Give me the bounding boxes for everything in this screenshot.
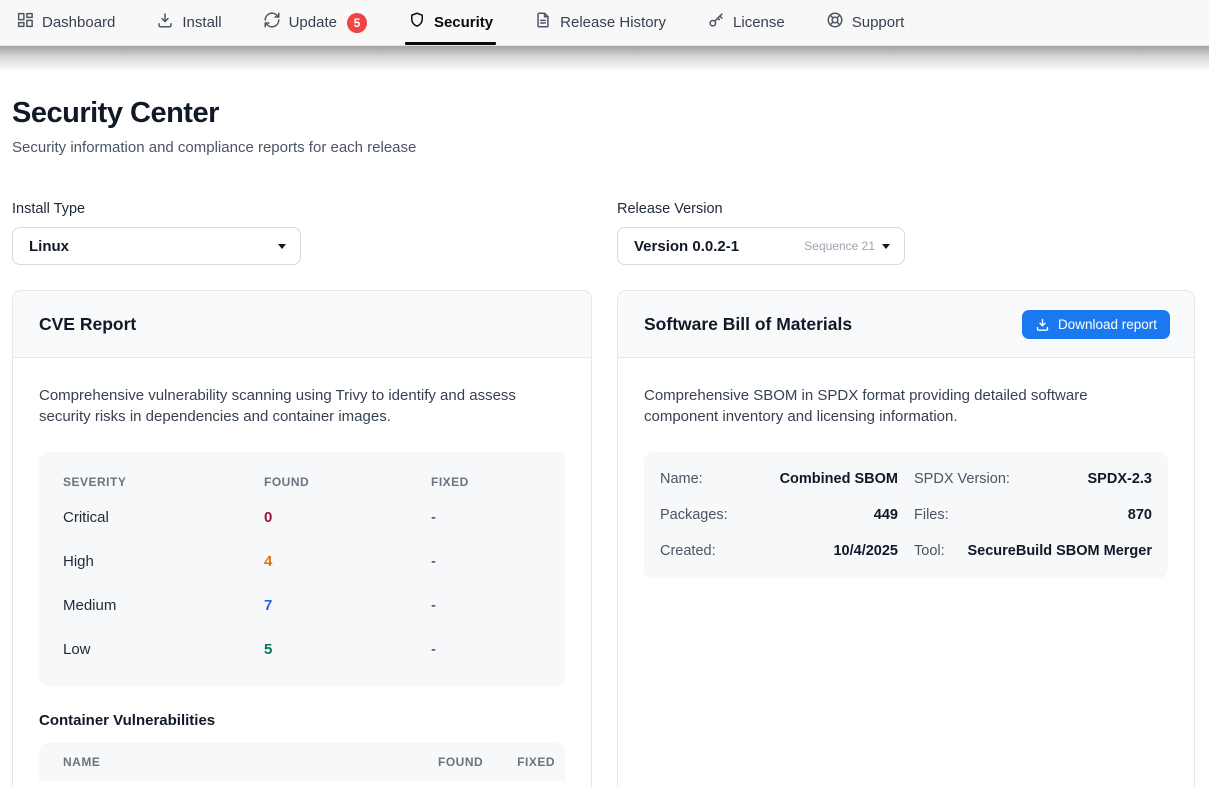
nav-item-label: License [733,14,785,31]
nav-item-label: Security [434,14,493,31]
release-version-filter: Release Version Version 0.0.2-1 Sequence… [617,201,1195,265]
fixed-count: - [431,597,541,614]
nav-item-security[interactable]: Security [408,0,493,46]
dashboard-grid-icon [16,11,34,34]
sbom-field-created: Created: 10/4/2025 [660,533,898,569]
release-version-value: Version 0.0.2-1 [634,238,804,255]
release-version-label: Release Version [617,201,1195,217]
field-value: 870 [1128,507,1152,523]
cve-card-header: CVE Report [13,291,591,358]
cve-card-title: CVE Report [39,314,567,335]
field-label: Tool: [914,543,945,559]
found-count: 5 [264,641,431,658]
download-report-button[interactable]: Download report [1022,310,1170,339]
install-type-filter: Install Type Linux [12,201,592,265]
nav-item-dashboard[interactable]: Dashboard [16,0,115,46]
release-version-select[interactable]: Version 0.0.2-1 Sequence 21 [617,227,905,265]
chevron-down-icon [882,244,890,249]
fixed-count: - [431,641,541,658]
sequence-badge: Sequence 21 [804,239,875,253]
container-table-header: NAME FOUND FIXED [39,743,565,781]
table-row-critical: Critical 0 - [63,496,541,540]
nav-item-label: Update [289,14,337,31]
sbom-card-body: Comprehensive SBOM in SPDX format provid… [618,358,1194,605]
update-count-badge: 5 [347,13,367,33]
page-title: Security Center [12,97,1195,130]
key-icon [707,11,725,34]
sbom-card-title: Software Bill of Materials [644,314,1022,335]
container-vulnerabilities-title: Container Vulnerabilities [39,712,565,729]
field-value: Combined SBOM [780,471,898,487]
field-value: SPDX-2.3 [1088,471,1152,487]
field-value: 10/4/2025 [833,543,898,559]
severity-label: Medium [63,597,264,614]
field-label: Name: [660,471,703,487]
security-center-page: Security Center Security information and… [0,72,1209,787]
fixed-count: - [431,553,541,570]
cve-report-card: CVE Report Comprehensive vulnerability s… [12,290,592,787]
sbom-description: Comprehensive SBOM in SPDX format provid… [644,385,1156,428]
cards-row: CVE Report Comprehensive vulnerability s… [12,290,1195,787]
table-row-medium: Medium 7 - [63,584,541,628]
table-row-low: Low 5 - [63,628,541,672]
sbom-card: Software Bill of Materials Download repo… [617,290,1195,787]
download-icon [1035,317,1050,332]
sbom-field-tool: Tool: SecureBuild SBOM Merger [914,533,1152,569]
download-icon [156,11,174,34]
filters-row: Install Type Linux Release Version Versi… [12,201,1195,265]
lifebuoy-icon [826,11,844,34]
col-name: NAME [63,755,438,769]
severity-label: Low [63,641,264,658]
cve-description: Comprehensive vulnerability scanning usi… [39,385,565,428]
sbom-field-spdx-version: SPDX Version: SPDX-2.3 [914,461,1152,497]
install-type-value: Linux [29,238,278,255]
install-type-label: Install Type [12,201,592,217]
col-found: FOUND [438,755,483,769]
nav-item-support[interactable]: Support [826,0,905,46]
severity-label: Critical [63,509,264,526]
severity-table: SEVERITY FOUND FIXED Critical 0 - High 4… [39,452,565,686]
chevron-down-icon [278,244,286,249]
found-count: 7 [264,597,431,614]
sbom-field-files: Files: 870 [914,497,1152,533]
field-label: Packages: [660,507,728,523]
sbom-field-name: Name: Combined SBOM [660,461,898,497]
nav-item-license[interactable]: License [707,0,785,46]
file-text-icon [534,11,552,34]
install-type-select[interactable]: Linux [12,227,301,265]
severity-table-header: SEVERITY FOUND FIXED [63,468,541,496]
scroll-shadow [0,46,1209,72]
severity-label: High [63,553,264,570]
nav-item-label: Dashboard [42,14,115,31]
field-value: SecureBuild SBOM Merger [967,543,1152,559]
nav-item-label: Install [182,14,221,31]
col-severity: SEVERITY [63,475,264,489]
table-row-high: High 4 - [63,540,541,584]
nav-item-label: Release History [560,14,666,31]
field-label: Created: [660,543,716,559]
found-count: 4 [264,553,431,570]
shield-icon [408,11,426,34]
nav-item-install[interactable]: Install [156,0,221,46]
nav-item-label: Support [852,14,905,31]
sbom-card-header: Software Bill of Materials Download repo… [618,291,1194,358]
sbom-info-grid: Name: Combined SBOM SPDX Version: SPDX-2… [644,452,1168,578]
refresh-icon [263,11,281,34]
page-subtitle: Security information and compliance repo… [12,139,1195,156]
col-fixed: FIXED [431,475,541,489]
field-label: SPDX Version: [914,471,1010,487]
top-nav: Dashboard Install Update 5 Security Rele… [0,0,1209,46]
nav-item-update[interactable]: Update 5 [263,0,367,46]
field-label: Files: [914,507,949,523]
col-fixed: FIXED [517,755,555,769]
field-value: 449 [874,507,898,523]
cve-card-body: Comprehensive vulnerability scanning usi… [13,358,591,787]
col-found: FOUND [264,475,431,489]
fixed-count: - [431,509,541,526]
download-report-label: Download report [1058,317,1157,332]
found-count: 0 [264,509,431,526]
nav-item-release-history[interactable]: Release History [534,0,666,46]
sbom-field-packages: Packages: 449 [660,497,898,533]
